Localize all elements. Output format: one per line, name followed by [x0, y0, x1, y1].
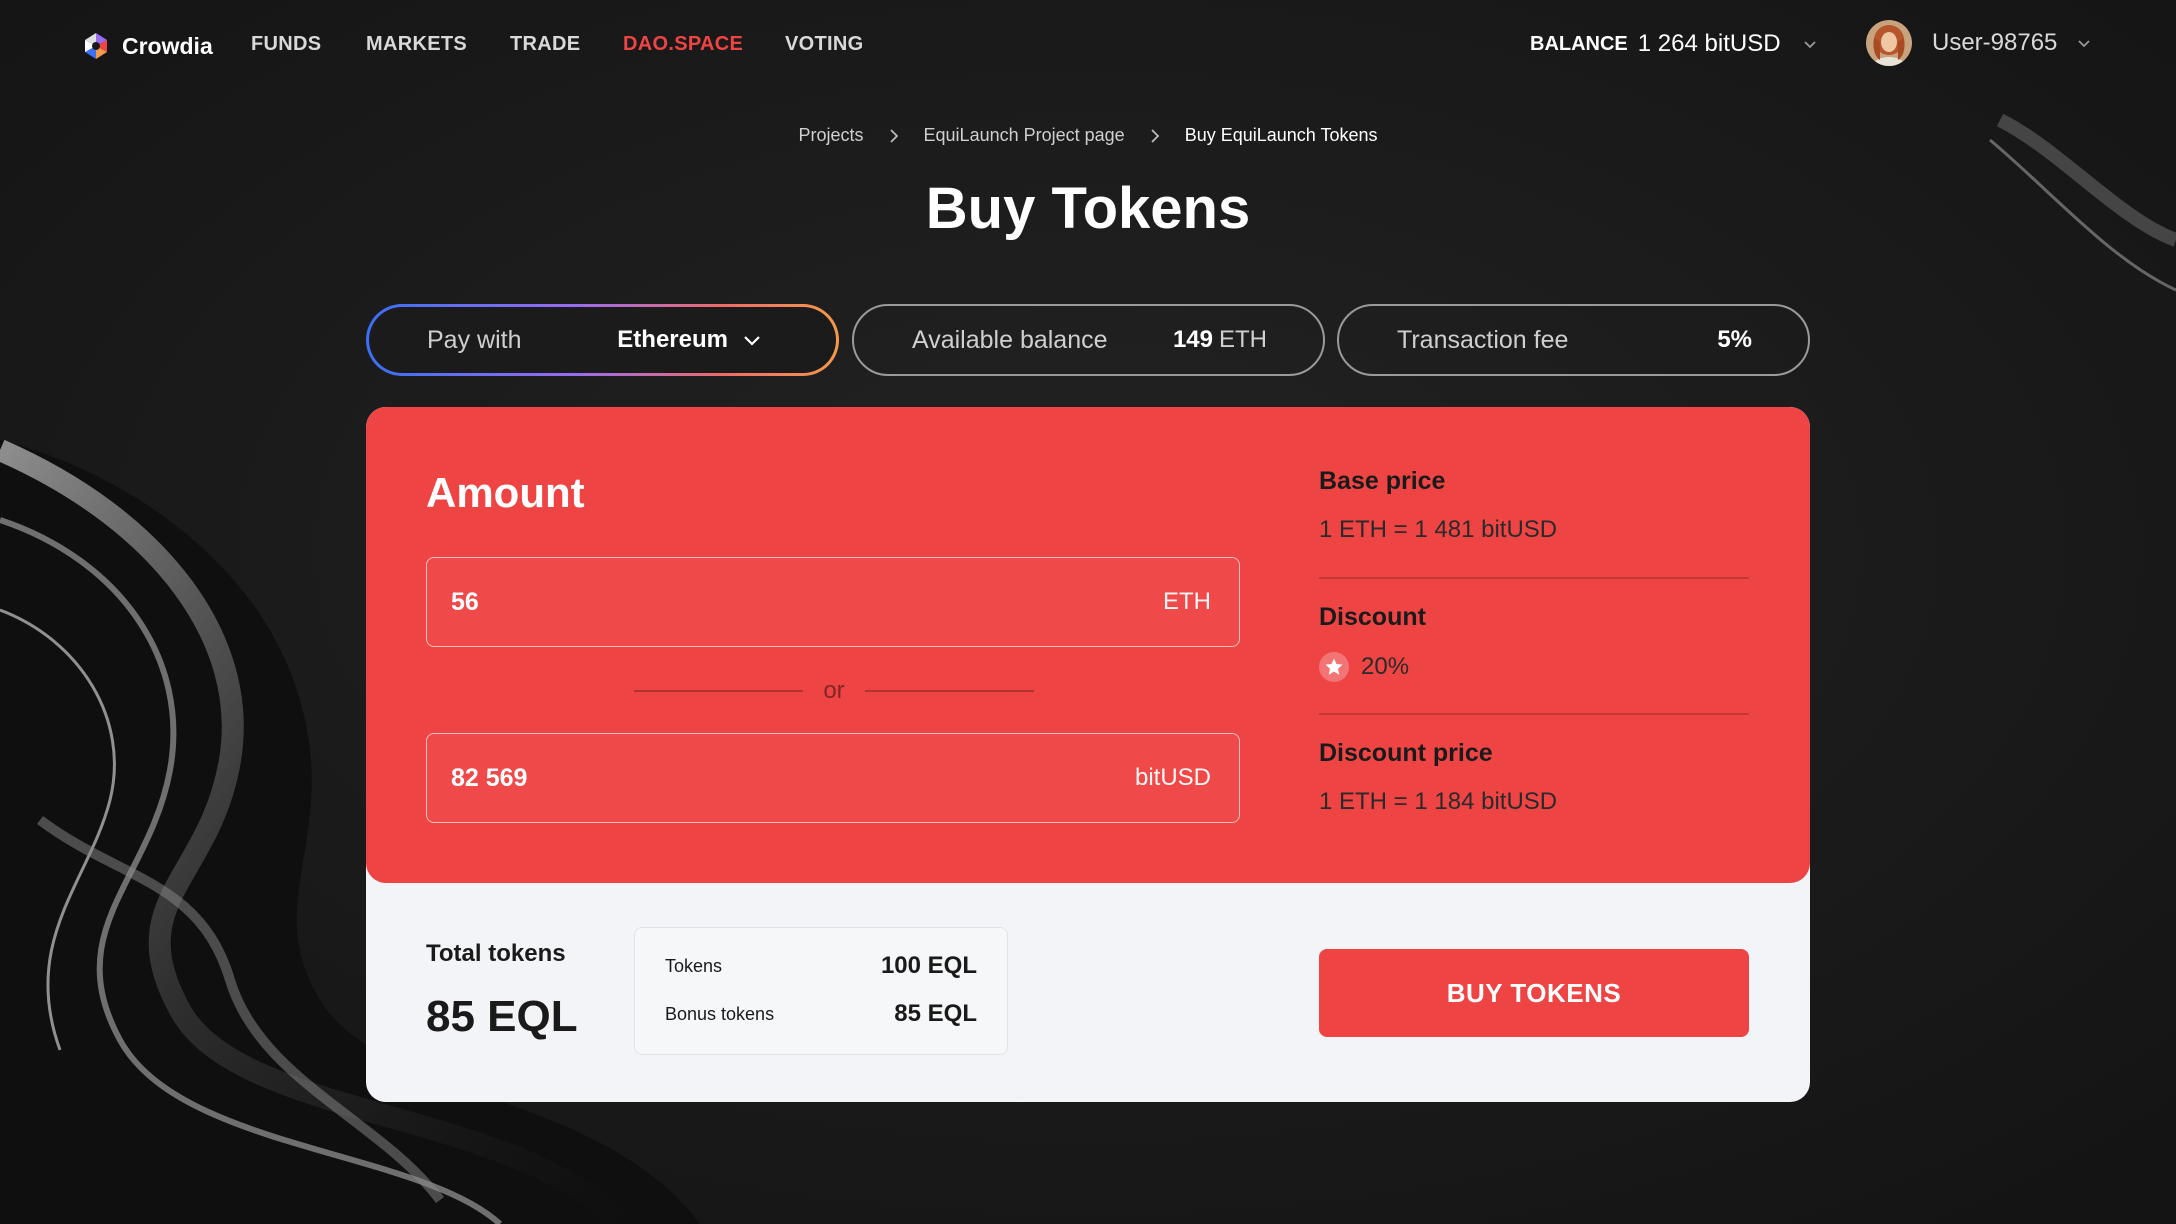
- chevron-down-icon: [1803, 41, 1816, 49]
- discount-price: Discount price 1 ETH = 1 184 bitUSD: [1319, 739, 1749, 816]
- chevron-right-icon: [889, 128, 898, 143]
- top-navbar: Crowdia FUNDS MARKETS TRADE DAO.SPACE VO…: [0, 0, 2176, 90]
- transaction-fee-pill: Transaction fee 5%: [1337, 304, 1810, 376]
- discount-price-label: Discount price: [1319, 739, 1493, 767]
- breadcrumb-project-page[interactable]: EquiLaunch Project page: [924, 125, 1125, 146]
- divider: [1319, 713, 1749, 715]
- page-title: Buy Tokens: [925, 176, 1251, 241]
- base-price-value: 1 ETH = 1 481 bitUSD: [1319, 516, 1558, 543]
- user-menu[interactable]: User-98765: [1866, 20, 2091, 66]
- total-tokens-value: 85 EQL: [426, 992, 578, 1041]
- bonus-tokens-value: 85 EQL: [894, 1000, 977, 1027]
- pay-with-select[interactable]: Pay with Ethereum: [366, 304, 839, 376]
- star-icon: [1319, 652, 1349, 682]
- list-item: Tokens 100 EQL: [665, 952, 977, 980]
- chevron-down-icon: [744, 336, 760, 346]
- nav-funds[interactable]: FUNDS: [251, 33, 321, 56]
- base-price-label: Base price: [1319, 467, 1446, 495]
- discount-price-value: 1 ETH = 1 184 bitUSD: [1319, 788, 1558, 815]
- chevron-right-icon: [1151, 128, 1159, 143]
- nav-markets[interactable]: MARKETS: [366, 33, 467, 56]
- amount-panel: Amount 56 ETH or 82 569 bitUSD Base pric…: [366, 407, 1810, 883]
- nav-trade[interactable]: TRADE: [510, 33, 580, 56]
- avatar: [1866, 20, 1912, 66]
- eth-amount-value: 56: [451, 587, 479, 616]
- nav-voting[interactable]: VOTING: [785, 33, 863, 56]
- chevron-down-icon: [2078, 40, 2091, 48]
- available-balance-label: Available balance: [912, 325, 1108, 354]
- transaction-fee-value: 5%: [1717, 326, 1752, 353]
- usd-amount-unit: bitUSD: [1134, 764, 1211, 791]
- discount: Discount 20%: [1319, 603, 1749, 682]
- breadcrumb-current: Buy EquiLaunch Tokens: [1184, 125, 1378, 145]
- amount-title: Amount: [426, 469, 585, 516]
- breadcrumb-projects[interactable]: Projects: [799, 125, 864, 146]
- or-divider: or: [634, 677, 1034, 705]
- pay-with-value: Ethereum: [617, 326, 728, 353]
- bonus-tokens-label: Bonus tokens: [665, 1003, 775, 1024]
- balance-dropdown[interactable]: BALANCE 1 264 bitUSD: [1530, 30, 1817, 58]
- tokens-value: 100 EQL: [880, 952, 977, 979]
- pay-with-label: Pay with: [427, 325, 522, 354]
- tokens-label: Tokens: [665, 955, 723, 976]
- crowdia-logo-icon: [85, 33, 107, 59]
- balance-value: 1 264 bitUSD: [1637, 30, 1781, 57]
- discount-label: Discount: [1319, 603, 1426, 631]
- available-balance-pill: Available balance 149 ETH: [852, 304, 1325, 376]
- nav-dao-space[interactable]: DAO.SPACE: [623, 33, 743, 56]
- buy-tokens-card: Amount 56 ETH or 82 569 bitUSD Base pric…: [366, 407, 1810, 1102]
- brand-name: Crowdia: [122, 32, 213, 59]
- balance-label: BALANCE: [1530, 32, 1628, 55]
- username: User-98765: [1932, 29, 2058, 56]
- available-balance-value: 149: [1172, 326, 1213, 353]
- list-item: Bonus tokens 85 EQL: [665, 1000, 977, 1028]
- token-breakdown: Tokens 100 EQL Bonus tokens 85 EQL: [634, 927, 1008, 1055]
- transaction-fee-label: Transaction fee: [1397, 325, 1569, 354]
- usd-amount-input[interactable]: 82 569 bitUSD: [426, 733, 1240, 823]
- or-text: or: [823, 677, 845, 704]
- breadcrumb: Projects EquiLaunch Project page Buy Equ…: [0, 125, 2176, 146]
- available-balance-unit: ETH: [1219, 326, 1267, 353]
- base-price: Base price 1 ETH = 1 481 bitUSD: [1319, 467, 1749, 544]
- usd-amount-value: 82 569: [451, 763, 528, 792]
- buy-tokens-button[interactable]: BUY TOKENS: [1319, 949, 1749, 1037]
- eth-amount-input[interactable]: 56 ETH: [426, 557, 1240, 647]
- divider: [1319, 577, 1749, 579]
- discount-value: 20%: [1361, 653, 1410, 680]
- brand-logo[interactable]: Crowdia: [80, 30, 213, 62]
- total-tokens-label: Total tokens: [426, 940, 566, 967]
- eth-amount-unit: ETH: [1163, 588, 1211, 615]
